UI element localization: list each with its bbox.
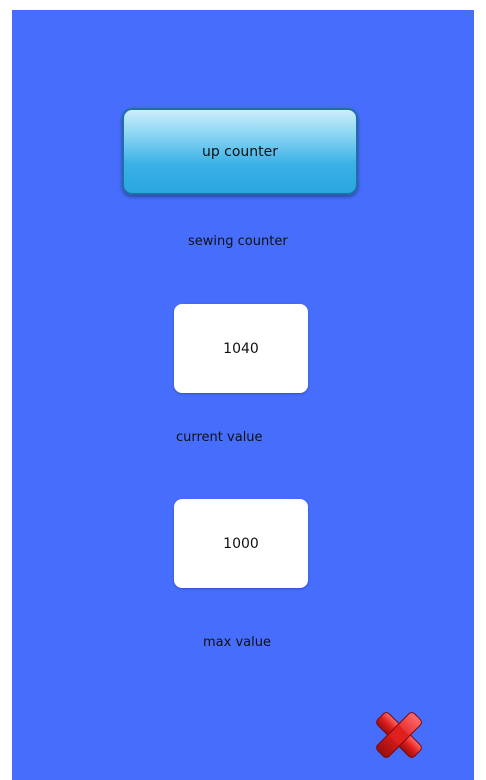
counter-settings-screen: up counter sewing counter 1040 current v… xyxy=(12,10,474,780)
sewing-counter-label: sewing counter xyxy=(188,234,288,249)
max-value-text: 1000 xyxy=(223,535,259,552)
counter-mode-label: up counter xyxy=(201,143,279,160)
close-button[interactable] xyxy=(369,705,429,765)
max-value-field[interactable]: 1000 xyxy=(174,499,308,588)
close-icon xyxy=(376,712,422,758)
current-value-field[interactable]: 1040 xyxy=(174,304,308,393)
current-value-text: 1040 xyxy=(223,340,259,357)
counter-mode-button[interactable]: up counter xyxy=(122,108,358,195)
max-value-label: max value xyxy=(203,635,271,650)
current-value-label: current value xyxy=(176,430,263,445)
